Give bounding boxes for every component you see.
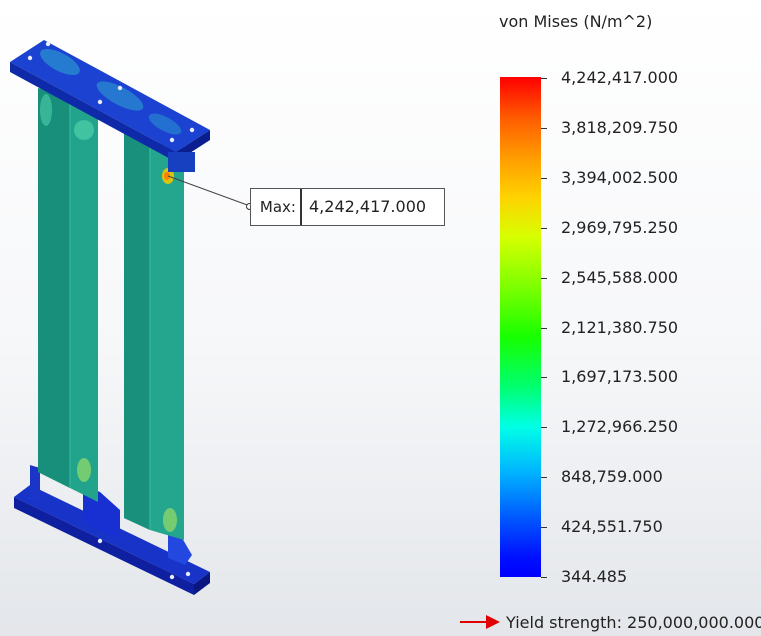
legend-tick-label: 3,394,002.500 xyxy=(561,167,679,187)
stress-colorbar xyxy=(500,77,541,577)
legend-tick-label: 424,551.750 xyxy=(561,517,663,537)
legend-tick-mark xyxy=(541,377,547,379)
legend-tick-label: 3,818,209.750 xyxy=(561,117,679,137)
stress-patch xyxy=(163,508,177,532)
legend-tick-mark xyxy=(541,477,547,479)
legend-tick-mark xyxy=(541,277,547,279)
yield-strength-label: Yield strength: 250,000,000.000 xyxy=(506,612,761,632)
top-hole xyxy=(45,41,51,47)
right-column-side xyxy=(124,128,150,530)
arrow-right-icon xyxy=(460,615,500,629)
legend-tick-label: 4,242,417.000 xyxy=(561,68,679,87)
legend-tick-mark xyxy=(541,127,547,129)
legend-tick-label: 1,272,966.250 xyxy=(561,417,679,437)
legend-tick-label: 2,545,588.000 xyxy=(561,267,679,287)
top-hole xyxy=(97,99,103,105)
base-hole xyxy=(97,538,103,544)
max-probe-value: 4,242,417.000 xyxy=(309,197,427,216)
legend-tick-label: 344.485 xyxy=(561,567,628,586)
legend-tick-label: 848,759.000 xyxy=(561,467,663,487)
legend-tick-mark xyxy=(541,527,547,529)
top-bracket xyxy=(168,152,195,172)
max-probe-callout[interactable]: Max: 4,242,417.000 xyxy=(250,188,445,226)
legend-tick-label: 2,969,795.250 xyxy=(561,217,679,237)
legend-tick-mark xyxy=(541,577,547,578)
legend-tick-mark xyxy=(541,327,547,329)
base-hole xyxy=(185,571,191,577)
top-hole xyxy=(169,137,175,143)
stress-patch xyxy=(77,458,91,482)
stress-patch xyxy=(74,120,94,140)
legend-tick-mark xyxy=(541,227,547,229)
max-probe-label: Max: xyxy=(251,189,302,225)
legend-title: von Mises (N/m^2) xyxy=(499,12,653,31)
legend-tick-mark xyxy=(541,78,547,79)
legend-tick-mark xyxy=(541,427,547,429)
legend-tick-mark xyxy=(541,177,547,179)
simulation-viewport[interactable]: Max: 4,242,417.000 von Mises (N/m^2) 4,2… xyxy=(0,0,761,636)
stress-patch xyxy=(40,94,52,126)
left-column-side xyxy=(38,88,70,488)
base-hole xyxy=(169,574,175,580)
top-hole xyxy=(189,127,195,133)
legend-tick-label: 2,121,380.750 xyxy=(561,317,679,337)
top-hole xyxy=(117,85,123,91)
top-hole xyxy=(27,55,33,61)
legend-tick-label: 1,697,173.500 xyxy=(561,367,679,387)
yield-strength-indicator: Yield strength: 250,000,000.000 xyxy=(460,610,761,634)
